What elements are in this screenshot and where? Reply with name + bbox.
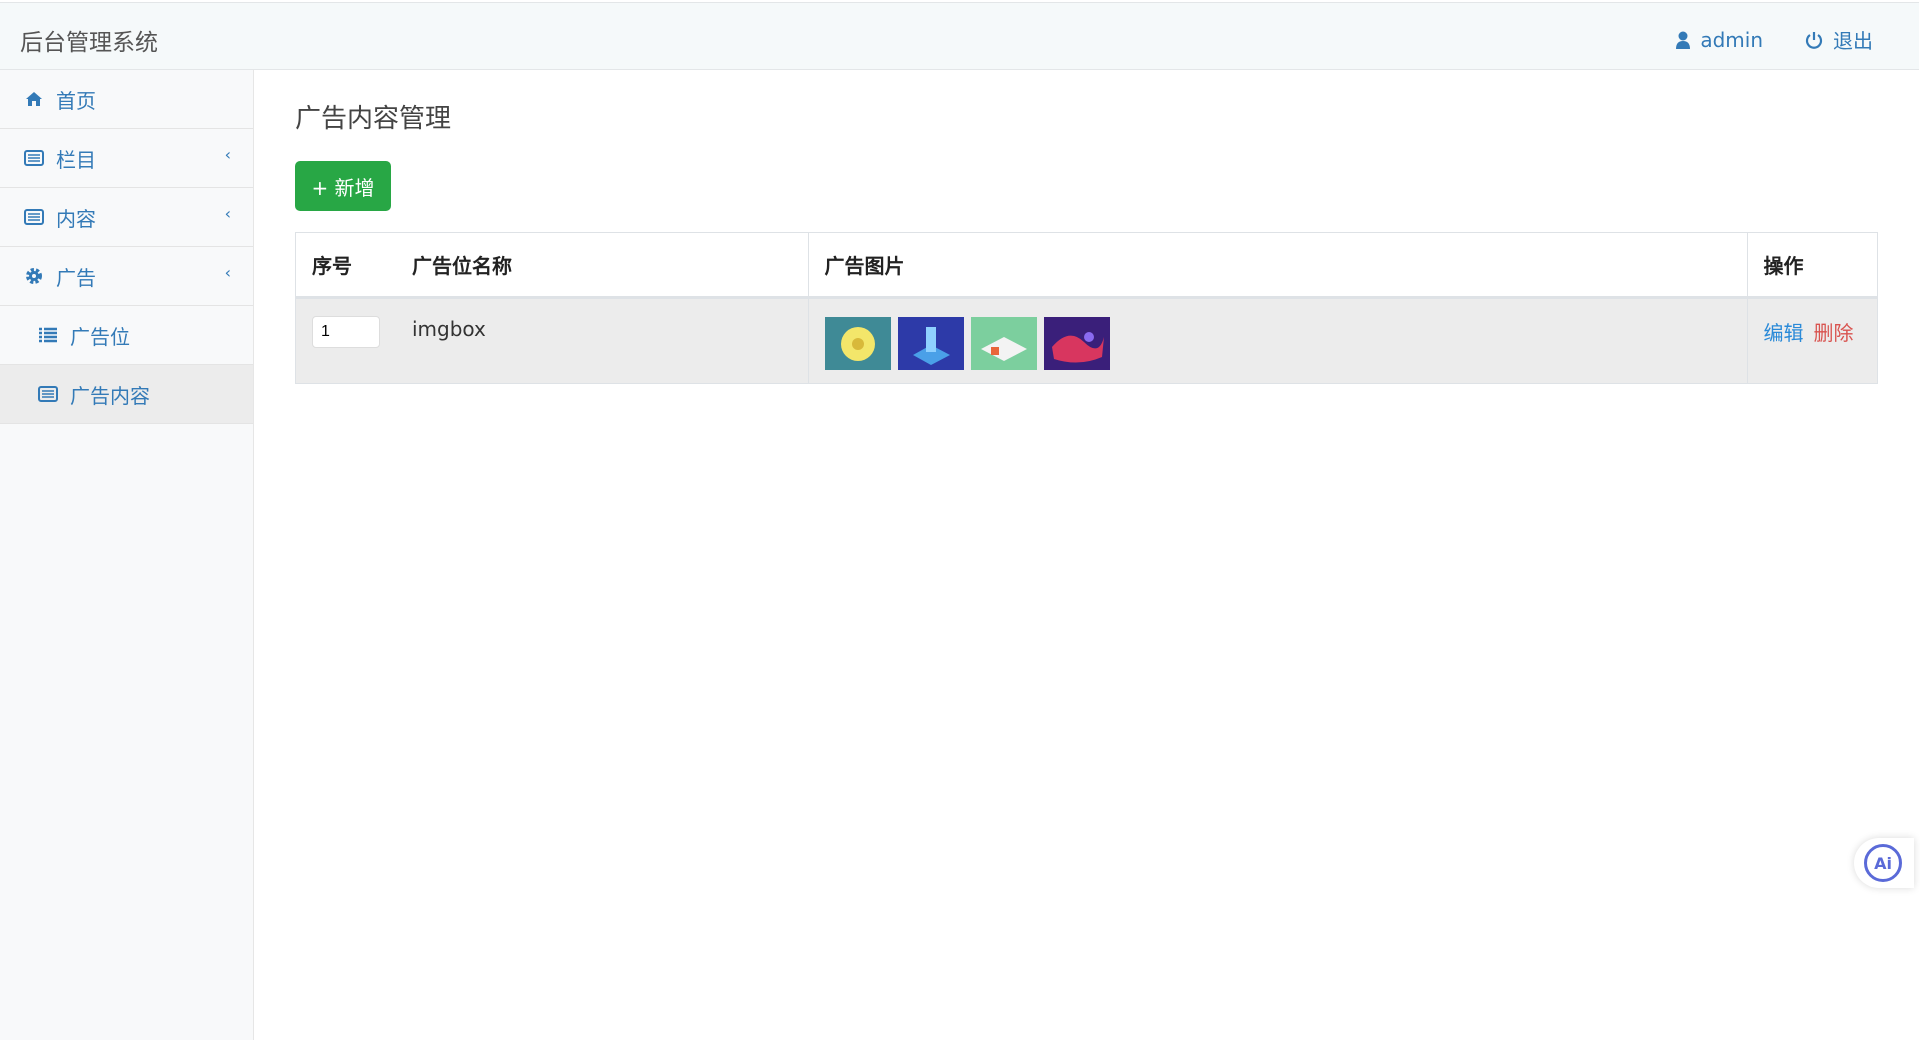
- list-alt-icon: [24, 150, 44, 166]
- add-button[interactable]: + 新增: [295, 161, 391, 211]
- ad-image-thumbnail[interactable]: [897, 317, 964, 370]
- sidebar-item-home[interactable]: 首页: [0, 70, 253, 129]
- sidebar-item-label: 广告: [56, 265, 96, 290]
- delete-link[interactable]: 删除: [1814, 321, 1854, 345]
- ad-image-thumbnail[interactable]: [824, 317, 891, 370]
- power-icon: [1805, 31, 1823, 49]
- sidebar-item-column[interactable]: 栏目 ‹: [0, 129, 253, 188]
- sidebar-item-ad-position[interactable]: 广告位: [0, 306, 253, 365]
- list-alt-icon: [24, 209, 44, 225]
- sidebar-item-label: 广告内容: [70, 383, 150, 408]
- app-title: 后台管理系统: [20, 30, 158, 56]
- home-icon: [24, 91, 44, 107]
- sidebar-item-content[interactable]: 内容 ‹: [0, 188, 253, 247]
- column-header-seq: 序号: [295, 232, 396, 299]
- sidebar-item-label: 栏目: [56, 147, 96, 172]
- chevron-left-icon: ‹: [224, 204, 231, 223]
- logout-button[interactable]: 退出: [1805, 25, 1873, 54]
- column-header-images: 广告图片: [807, 232, 1747, 299]
- user-menu[interactable]: admin: [1676, 25, 1763, 54]
- seq-input[interactable]: [312, 316, 380, 348]
- ad-image-thumbnail[interactable]: [970, 317, 1037, 370]
- chevron-left-icon: ‹: [224, 263, 231, 282]
- edit-link[interactable]: 编辑: [1764, 321, 1804, 345]
- ad-content-table: 序号 广告位名称 广告图片 操作 imgbox 编辑删除: [295, 232, 1878, 384]
- ai-assistant-button[interactable]: Ai: [1854, 838, 1914, 888]
- gear-icon: [24, 267, 44, 285]
- user-icon: [1676, 31, 1691, 49]
- top-navbar: 后台管理系统 admin 退出: [0, 2, 1919, 70]
- ad-position-name: imgbox: [396, 297, 808, 384]
- sidebar-item-ad[interactable]: 广告 ‹: [0, 247, 253, 306]
- list-icon: [38, 327, 58, 343]
- column-header-name: 广告位名称: [396, 232, 808, 299]
- sidebar: 首页 栏目 ‹ 内容 ‹ 广告 ‹ 广告位 广告内容: [0, 70, 254, 1040]
- list-alt-icon: [38, 386, 58, 402]
- page-title: 广告内容管理: [295, 104, 452, 134]
- table-row: imgbox 编辑删除: [295, 297, 1878, 384]
- column-header-actions: 操作: [1746, 232, 1878, 299]
- sidebar-item-ad-content[interactable]: 广告内容: [0, 365, 253, 424]
- username: admin: [1700, 27, 1763, 52]
- sidebar-item-label: 内容: [56, 206, 96, 231]
- ai-icon: Ai: [1864, 844, 1902, 882]
- chevron-left-icon: ‹: [224, 145, 231, 164]
- ad-image-thumbnail[interactable]: [1043, 317, 1110, 370]
- sidebar-item-label: 首页: [56, 88, 96, 113]
- sidebar-item-label: 广告位: [70, 324, 130, 349]
- logout-label: 退出: [1833, 29, 1873, 53]
